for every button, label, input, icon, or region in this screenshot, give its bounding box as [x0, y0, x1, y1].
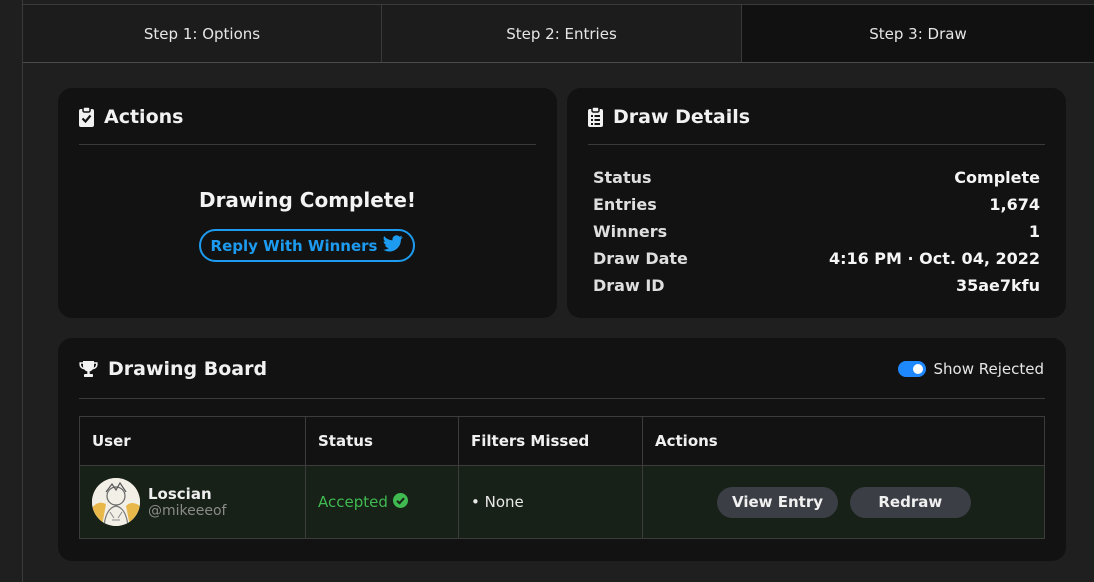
view-entry-button[interactable]: View Entry: [717, 486, 838, 518]
redraw-button[interactable]: Redraw: [849, 486, 971, 518]
show-rejected-label: Show Rejected: [933, 360, 1045, 378]
drawing-board-table: User Status Filters Missed Actions Losci…: [79, 416, 1045, 539]
actions-divider: [79, 144, 536, 145]
table-row: Loscian @mikeeeof Accepted • None View E…: [79, 465, 1045, 539]
column-header-user: User: [79, 416, 306, 466]
filters-missed-cell: • None: [458, 465, 643, 539]
actions-cell: View Entry Redraw: [642, 465, 1045, 539]
column-header-filters-missed: Filters Missed: [458, 416, 643, 466]
detail-value: 1: [1028, 222, 1040, 241]
column-header-actions: Actions: [642, 416, 1045, 466]
column-header-status: Status: [305, 416, 459, 466]
clipboard-list-icon: [588, 107, 603, 127]
detail-row-winners: Winners 1: [593, 218, 1040, 245]
detail-value: 1,674: [989, 195, 1040, 214]
actions-title: Actions: [104, 106, 184, 128]
user-display-name: Loscian: [148, 485, 212, 503]
reply-button-label: Reply With Winners: [210, 236, 378, 255]
detail-row-status: Status Complete: [593, 164, 1040, 191]
show-rejected-toggle[interactable]: [897, 361, 926, 377]
table-header-row: User Status Filters Missed Actions: [79, 416, 1045, 466]
drawing-board-divider: [79, 398, 1045, 399]
draw-details-divider: [588, 144, 1045, 145]
drawing-complete-message: Drawing Complete!: [198, 188, 417, 212]
detail-row-entries: Entries 1,674: [593, 191, 1040, 218]
detail-label: Entries: [593, 195, 657, 214]
status-text: Accepted: [318, 493, 388, 511]
clipboard-check-icon: [79, 107, 94, 127]
draw-details-title: Draw Details: [613, 106, 751, 128]
detail-value: 35ae7kfu: [955, 276, 1040, 295]
status-cell: Accepted: [305, 465, 459, 539]
twitter-icon: [383, 235, 404, 256]
detail-value: 4:16 PM · Oct. 04, 2022: [828, 249, 1040, 268]
reply-with-winners-button[interactable]: Reply With Winners: [199, 229, 415, 262]
drawing-board-header: Drawing Board: [79, 358, 267, 380]
actions-header: Actions: [79, 106, 183, 128]
detail-label: Draw ID: [593, 276, 665, 295]
trophy-icon: [79, 360, 98, 378]
check-circle-icon: [392, 492, 408, 512]
draw-details-list: Status Complete Entries 1,674 Winners 1 …: [593, 164, 1040, 299]
status-badge: Accepted: [318, 492, 457, 512]
tab-step-3-draw[interactable]: Step 3: Draw: [742, 5, 1094, 62]
detail-row-draw-date: Draw Date 4:16 PM · Oct. 04, 2022: [593, 245, 1040, 272]
detail-value: Complete: [954, 168, 1040, 187]
show-rejected-control: Show Rejected: [897, 360, 1045, 378]
detail-label: Winners: [593, 222, 668, 241]
avatar[interactable]: [92, 478, 140, 526]
detail-label: Status: [593, 168, 652, 187]
user-handle[interactable]: @mikeeeof: [148, 503, 226, 519]
draw-details-header: Draw Details: [588, 106, 750, 128]
user-cell: Loscian @mikeeeof: [79, 465, 306, 539]
step-tabs: Step 1: Options Step 2: Entries Step 3: …: [23, 4, 1094, 63]
tab-step-2-entries[interactable]: Step 2: Entries: [382, 5, 742, 62]
left-panel-edge: [0, 0, 23, 582]
detail-row-draw-id: Draw ID 35ae7kfu: [593, 272, 1040, 299]
detail-label: Draw Date: [593, 249, 688, 268]
tab-step-1-options[interactable]: Step 1: Options: [23, 5, 382, 62]
drawing-board-title: Drawing Board: [108, 358, 268, 380]
